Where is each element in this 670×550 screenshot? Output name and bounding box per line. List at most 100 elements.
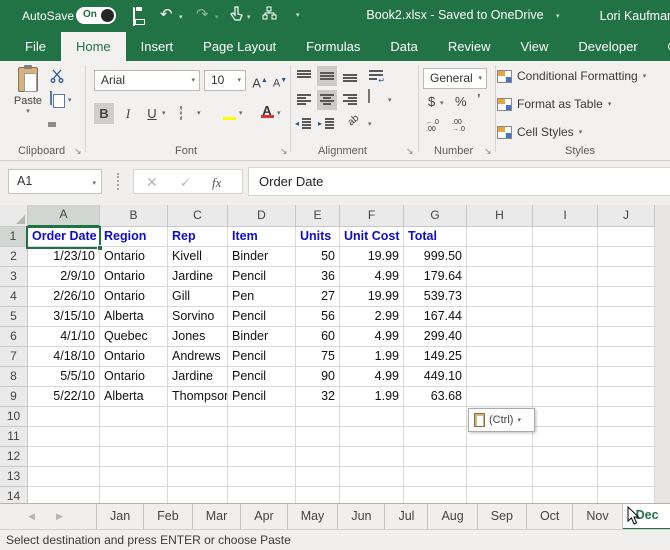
- cell-I4[interactable]: [533, 287, 598, 307]
- column-header-J[interactable]: J: [598, 205, 655, 227]
- font-color-dropdown-icon[interactable]: ▾: [277, 109, 281, 117]
- cell-J14[interactable]: [598, 487, 655, 503]
- cell-F3[interactable]: 4.99: [340, 267, 404, 287]
- ribbon-tab-data[interactable]: Data: [375, 32, 432, 61]
- cell-F9[interactable]: 1.99: [340, 387, 404, 407]
- cell-B7[interactable]: Ontario: [100, 347, 168, 367]
- cell-D7[interactable]: Pencil: [228, 347, 296, 367]
- merge-center-dropdown-icon[interactable]: ▾: [388, 96, 392, 104]
- cell-F1[interactable]: Unit Cost: [340, 227, 404, 247]
- cell-G3[interactable]: 179.64: [404, 267, 467, 287]
- font-name-combo[interactable]: Arial ▾: [94, 70, 200, 91]
- borders-button[interactable]: [180, 107, 198, 125]
- conditional-formatting-button[interactable]: Conditional Formatting▾: [497, 69, 646, 83]
- user-name[interactable]: Lori Kaufman: [600, 9, 670, 23]
- column-header-H[interactable]: H: [467, 205, 533, 227]
- cell-E4[interactable]: 27: [296, 287, 340, 307]
- cell-J11[interactable]: [598, 427, 655, 447]
- ribbon-tab-file[interactable]: File: [10, 32, 61, 61]
- cell-D14[interactable]: [228, 487, 296, 503]
- cell-C13[interactable]: [168, 467, 228, 487]
- cell-I11[interactable]: [533, 427, 598, 447]
- cell-I7[interactable]: [533, 347, 598, 367]
- clipboard-dialog-launcher-icon[interactable]: ↘: [74, 146, 82, 157]
- cell-B9[interactable]: Alberta: [100, 387, 168, 407]
- cell-J10[interactable]: [598, 407, 655, 427]
- cell-G11[interactable]: [404, 427, 467, 447]
- cell-F10[interactable]: [340, 407, 404, 427]
- cell-C10[interactable]: [168, 407, 228, 427]
- cell-D5[interactable]: Pencil: [228, 307, 296, 327]
- cell-C14[interactable]: [168, 487, 228, 503]
- align-center-button[interactable]: [317, 90, 337, 110]
- sheet-nav-prev-icon[interactable]: ◀: [28, 511, 35, 522]
- number-format-combo[interactable]: General ▾: [423, 68, 487, 89]
- cell-C9[interactable]: Thompson: [168, 387, 228, 407]
- cell-G6[interactable]: 299.40: [404, 327, 467, 347]
- paste-options-button[interactable]: (Ctrl) ▾: [468, 408, 535, 432]
- paste-button[interactable]: Paste ▾: [6, 66, 50, 140]
- cell-B4[interactable]: Ontario: [100, 287, 168, 307]
- cell-C7[interactable]: Andrews: [168, 347, 228, 367]
- cell-H12[interactable]: [467, 447, 533, 467]
- font-dialog-launcher-icon[interactable]: ↘: [280, 146, 288, 157]
- cell-C4[interactable]: Gill: [168, 287, 228, 307]
- cell-J7[interactable]: [598, 347, 655, 367]
- paste-options-dropdown-icon[interactable]: ▾: [517, 416, 521, 424]
- touch-mode-dropdown-icon[interactable]: ▾: [247, 13, 251, 21]
- row-header-2[interactable]: 2: [0, 247, 28, 267]
- number-dialog-launcher-icon[interactable]: ↘: [484, 146, 492, 157]
- sheet-tab-jul[interactable]: Jul: [385, 504, 428, 529]
- name-box-dropdown-icon[interactable]: ▾: [92, 172, 96, 195]
- cell-A3[interactable]: 2/9/10: [28, 267, 100, 287]
- cell-D8[interactable]: Pencil: [228, 367, 296, 387]
- cell-I3[interactable]: [533, 267, 598, 287]
- cell-D6[interactable]: Binder: [228, 327, 296, 347]
- row-header-12[interactable]: 12: [0, 447, 28, 467]
- row-header-6[interactable]: 6: [0, 327, 28, 347]
- number-format-dropdown-icon[interactable]: ▾: [478, 69, 482, 88]
- undo-dropdown-icon[interactable]: ▾: [179, 13, 183, 21]
- cell-G9[interactable]: 63.68: [404, 387, 467, 407]
- cell-H9[interactable]: [467, 387, 533, 407]
- align-left-button[interactable]: [294, 90, 314, 110]
- column-header-E[interactable]: E: [296, 205, 340, 227]
- percent-button[interactable]: %: [455, 94, 467, 109]
- align-right-button[interactable]: [340, 90, 360, 110]
- cell-E10[interactable]: [296, 407, 340, 427]
- format-as-table-button[interactable]: Format as Table▾: [497, 97, 611, 111]
- cell-D2[interactable]: Binder: [228, 247, 296, 267]
- merge-center-button[interactable]: [366, 90, 386, 110]
- cell-A1[interactable]: Order Date: [28, 227, 100, 247]
- sheet-nav-next-icon[interactable]: ▶: [56, 511, 63, 522]
- cell-J12[interactable]: [598, 447, 655, 467]
- cell-F7[interactable]: 1.99: [340, 347, 404, 367]
- cell-H13[interactable]: [467, 467, 533, 487]
- cell-B12[interactable]: [100, 447, 168, 467]
- cell-J9[interactable]: [598, 387, 655, 407]
- cell-E5[interactable]: 56: [296, 307, 340, 327]
- cell-C11[interactable]: [168, 427, 228, 447]
- cell-J13[interactable]: [598, 467, 655, 487]
- row-header-11[interactable]: 11: [0, 427, 28, 447]
- cell-B11[interactable]: [100, 427, 168, 447]
- cell-D11[interactable]: [228, 427, 296, 447]
- copy-dropdown-icon[interactable]: ▾: [68, 96, 72, 104]
- underline-dropdown-icon[interactable]: ▾: [162, 109, 166, 117]
- cell-F8[interactable]: 4.99: [340, 367, 404, 387]
- cell-A12[interactable]: [28, 447, 100, 467]
- grow-font-button[interactable]: A▲: [250, 70, 270, 91]
- cell-A5[interactable]: 3/15/10: [28, 307, 100, 327]
- alignment-dialog-launcher-icon[interactable]: ↘: [406, 146, 414, 157]
- cell-G13[interactable]: [404, 467, 467, 487]
- decrease-indent-button[interactable]: [294, 114, 314, 134]
- cell-A4[interactable]: 2/26/10: [28, 287, 100, 307]
- cell-C8[interactable]: Jardine: [168, 367, 228, 387]
- cell-C1[interactable]: Rep: [168, 227, 228, 247]
- cell-B5[interactable]: Alberta: [100, 307, 168, 327]
- cell-G7[interactable]: 149.25: [404, 347, 467, 367]
- orientation-button[interactable]: ab: [348, 114, 368, 134]
- cell-G2[interactable]: 999.50: [404, 247, 467, 267]
- cell-A9[interactable]: 5/22/10: [28, 387, 100, 407]
- cell-J4[interactable]: [598, 287, 655, 307]
